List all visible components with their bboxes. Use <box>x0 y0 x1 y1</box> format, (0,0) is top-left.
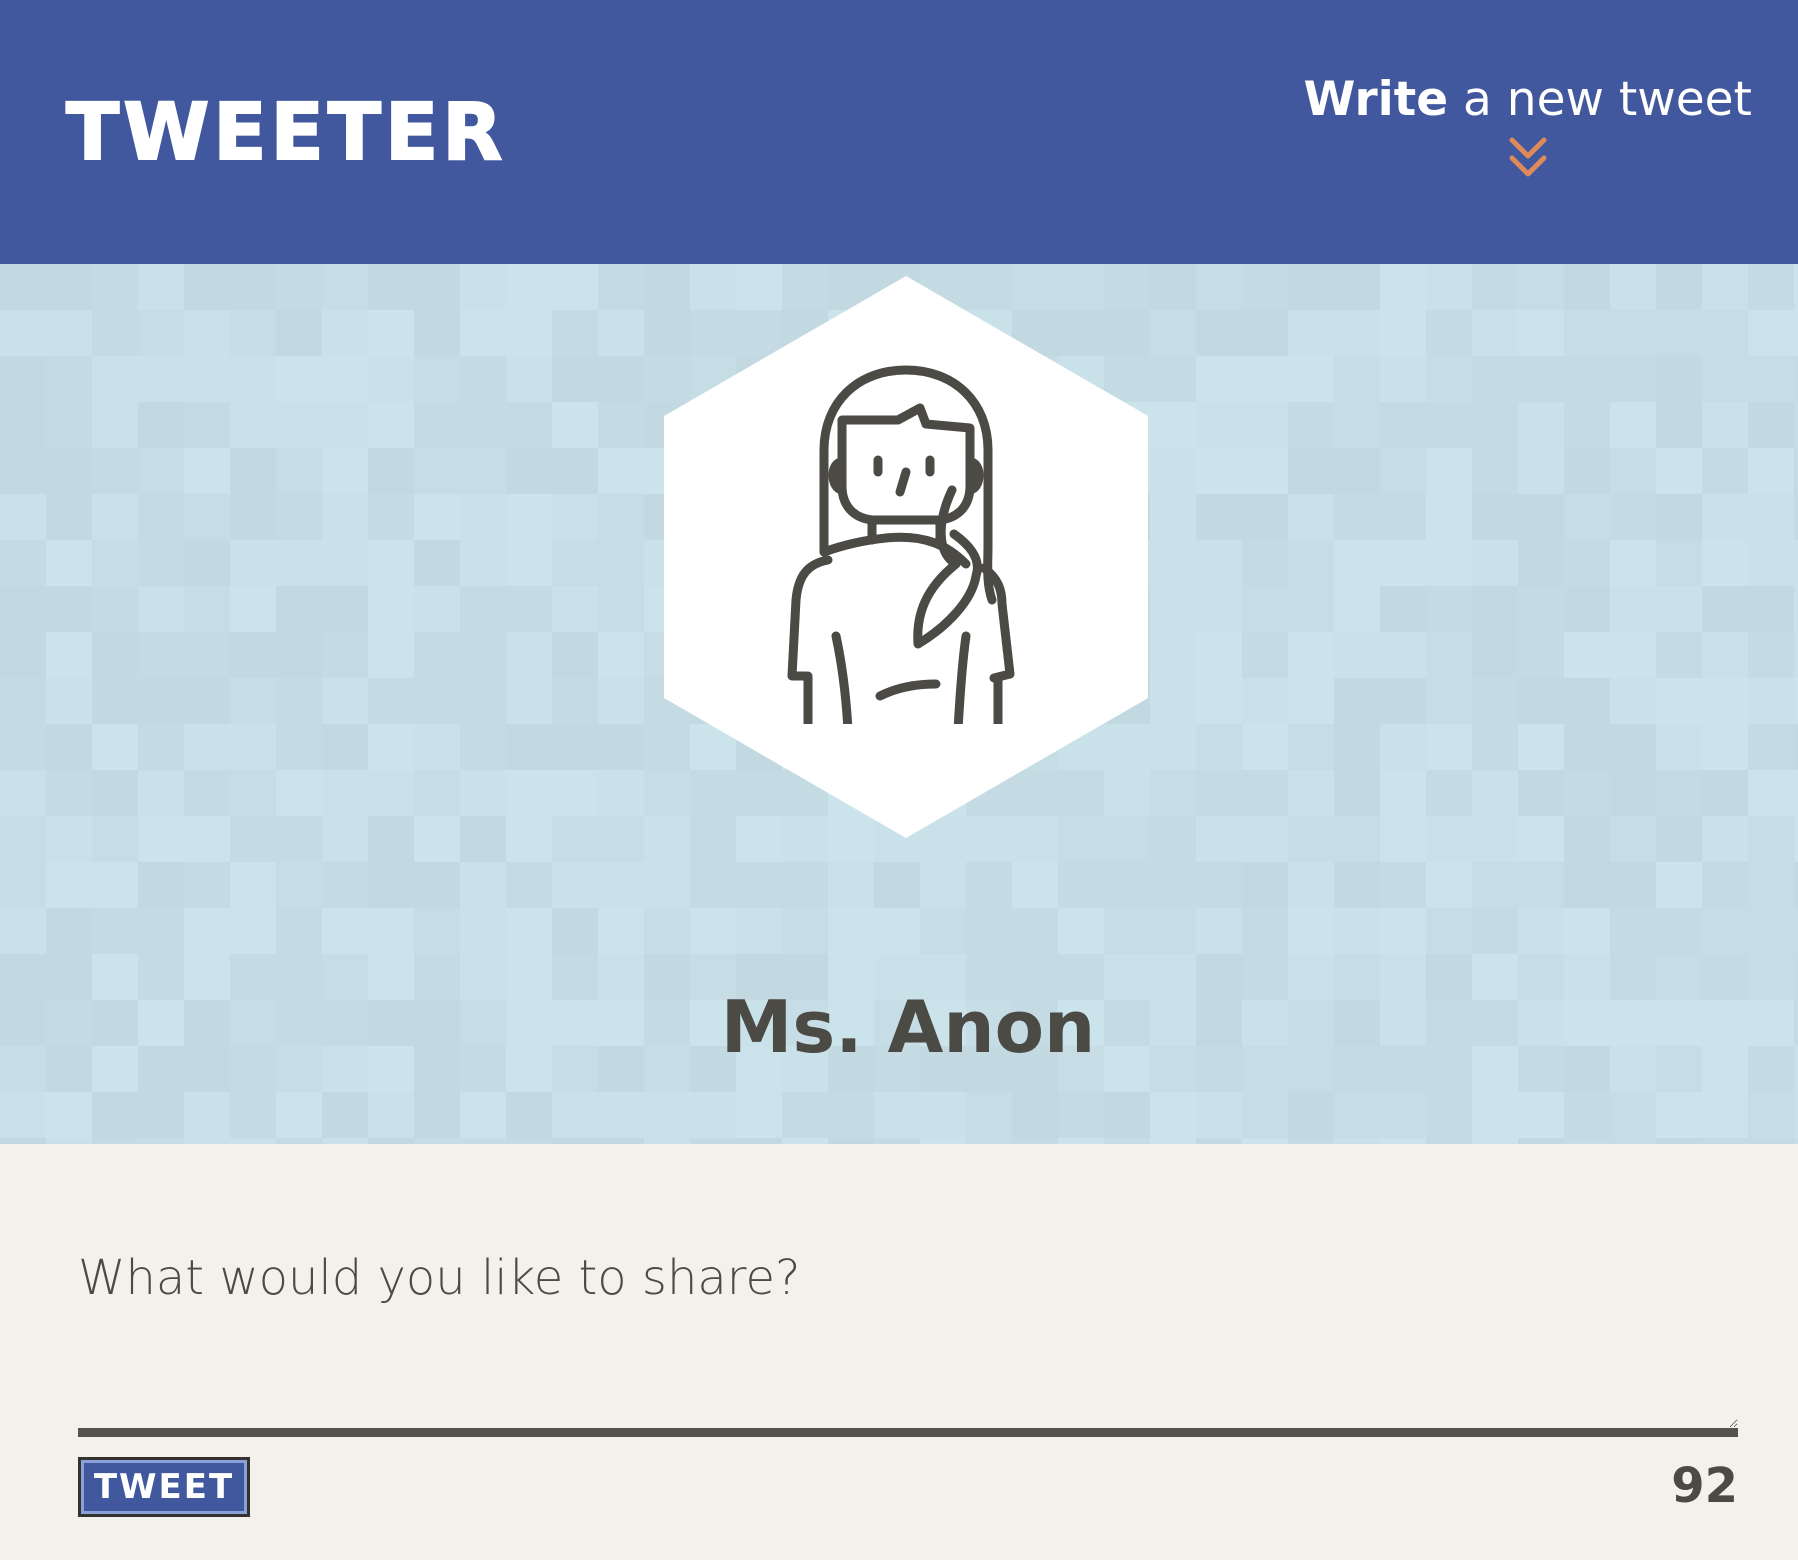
compose-label-strong: Write <box>1303 72 1449 127</box>
double-chevron-down-icon[interactable] <box>1506 136 1550 182</box>
tweet-textarea[interactable] <box>78 1248 1738 1437</box>
brand-logo[interactable]: TWEETER <box>65 87 506 179</box>
compose-label: Write a new tweet <box>1303 70 1752 130</box>
compose-label-rest: a new tweet <box>1448 72 1752 127</box>
top-navbar: TWEETER Write a new tweet <box>0 0 1798 264</box>
tweet-button[interactable]: TWEET <box>78 1457 250 1517</box>
profile-banner: Ms. Anon <box>0 264 1798 1144</box>
character-counter: 92 <box>1671 1458 1738 1514</box>
profile-name: Ms. Anon <box>720 985 1096 1069</box>
write-new-tweet-toggle[interactable]: Write a new tweet <box>1303 70 1752 182</box>
tweet-composer: TWEET 92 <box>0 1144 1798 1560</box>
woman-avatar-icon <box>787 365 1015 724</box>
